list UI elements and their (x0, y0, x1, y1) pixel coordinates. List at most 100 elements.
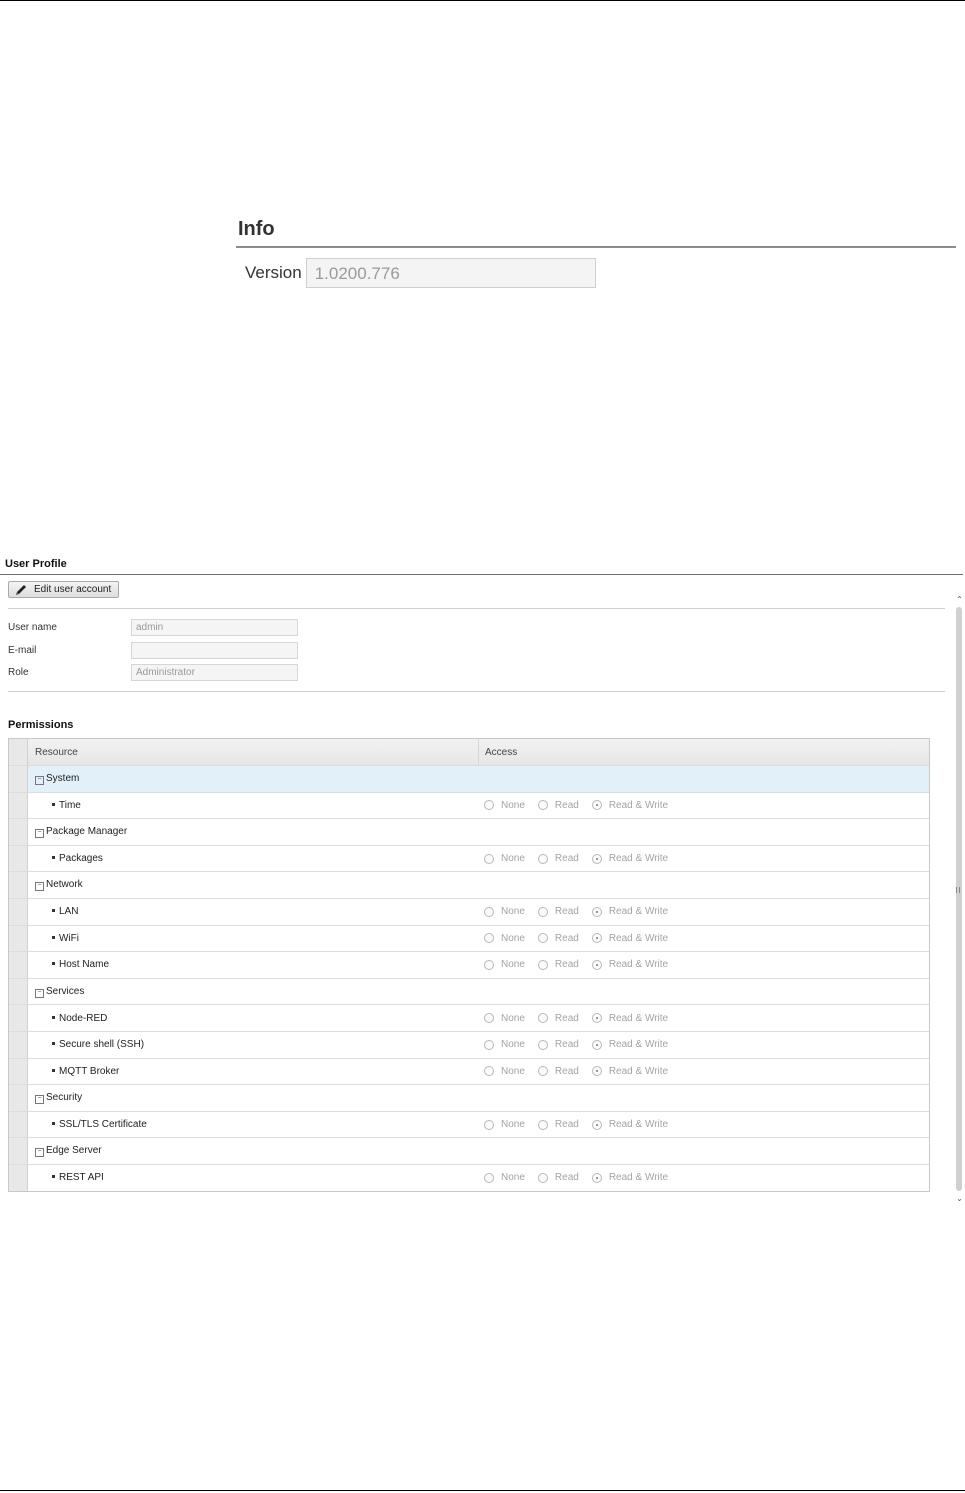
access-radio-none[interactable]: None (484, 1039, 525, 1050)
permission-group-row[interactable]: − Security (9, 1084, 929, 1111)
radio-button-icon[interactable] (484, 1172, 494, 1183)
access-radio-read-write[interactable]: Read & Write (591, 800, 668, 811)
radio-button-icon[interactable] (591, 959, 602, 970)
collapse-icon[interactable]: − (35, 988, 44, 998)
scroll-up-icon[interactable]: ⌃ (955, 595, 964, 604)
version-field: 1.0200.776 (305, 258, 596, 288)
permission-item-row[interactable]: Time None Read Read & Write (9, 791, 929, 819)
radio-button-icon[interactable] (537, 906, 548, 917)
collapse-icon[interactable]: − (35, 828, 44, 838)
access-radio-read-write[interactable]: Read & Write (591, 853, 668, 864)
access-radio-none[interactable]: None (484, 1013, 525, 1024)
radio-button-icon[interactable] (484, 906, 494, 917)
access-radio-none[interactable]: None (484, 1119, 525, 1130)
access-radio-read-write[interactable]: Read & Write (591, 1066, 668, 1077)
info-title: Info (238, 218, 275, 240)
permission-item-row[interactable]: WiFi None Read Read & Write (9, 924, 929, 952)
radio-button-icon[interactable] (591, 1066, 602, 1077)
radio-button-icon[interactable] (537, 1013, 548, 1024)
access-radio-none[interactable]: None (484, 959, 525, 970)
access-cell: None Read Read & Write (478, 846, 929, 872)
resource-label: WiFi (59, 932, 79, 944)
access-radio-read-write[interactable]: Read & Write (591, 1172, 668, 1183)
access-radio-read[interactable]: Read (537, 959, 579, 970)
resource-cell: REST API (28, 1172, 478, 1183)
access-radio-none[interactable]: None (484, 1172, 525, 1183)
access-radio-read[interactable]: Read (537, 1172, 579, 1183)
radio-button-icon[interactable] (537, 1119, 548, 1130)
vertical-scrollbar[interactable]: ⌃ ⌄ (954, 595, 964, 1203)
resource-column-header[interactable]: Resource (28, 747, 478, 758)
radio-button-icon[interactable] (484, 1013, 494, 1024)
email-field[interactable] (131, 642, 298, 659)
radio-button-icon[interactable] (484, 959, 494, 970)
permission-item-row[interactable]: Node-RED None Read Read & Write (9, 1004, 929, 1031)
permission-item-row[interactable]: REST API None Read Read & Write (9, 1163, 929, 1191)
access-radio-read-write[interactable]: Read & Write (591, 1119, 668, 1130)
permission-group-row[interactable]: − System (9, 765, 929, 792)
resource-cell: SSL/TLS Certificate (28, 1119, 478, 1130)
radio-button-icon[interactable] (537, 1039, 548, 1050)
role-field[interactable]: Administrator (131, 664, 298, 681)
access-radio-read[interactable]: Read (537, 933, 579, 944)
permission-group-row[interactable]: − Network (9, 871, 929, 898)
access-radio-none[interactable]: None (484, 800, 525, 811)
role-row: Role Administrator (8, 664, 298, 681)
radio-button-icon[interactable] (484, 933, 494, 944)
permission-group-row[interactable]: − Services (9, 977, 929, 1005)
permission-item-row[interactable]: SSL/TLS Certificate None Read Read & Write (9, 1110, 929, 1138)
radio-button-icon[interactable] (591, 1013, 602, 1024)
access-radio-none[interactable]: None (484, 853, 525, 864)
access-radio-read-write[interactable]: Read & Write (591, 1039, 668, 1050)
access-radio-read-write[interactable]: Read & Write (591, 906, 668, 917)
access-radio-read-write[interactable]: Read & Write (591, 959, 668, 970)
radio-button-icon[interactable] (537, 800, 548, 811)
access-radio-read[interactable]: Read (537, 853, 579, 864)
radio-button-icon[interactable] (537, 959, 548, 970)
permission-item-row[interactable]: Packages None Read Read & Write (9, 844, 929, 872)
access-radio-read-write[interactable]: Read & Write (591, 933, 668, 944)
form-divider-top (8, 608, 945, 609)
access-radio-read[interactable]: Read (537, 800, 579, 811)
radio-button-icon[interactable] (591, 853, 602, 864)
permission-item-row[interactable]: Host Name None Read Read & Write (9, 951, 929, 978)
radio-button-icon[interactable] (537, 853, 548, 864)
radio-button-icon[interactable] (484, 800, 494, 811)
access-radio-none[interactable]: None (484, 933, 525, 944)
radio-button-icon[interactable] (537, 1172, 548, 1183)
username-field[interactable]: admin (131, 619, 298, 636)
access-radio-read[interactable]: Read (537, 1039, 579, 1050)
permission-item-row[interactable]: LAN None Read Read & Write (9, 897, 929, 925)
permission-group-row[interactable]: − Package Manager (9, 818, 929, 845)
radio-button-icon[interactable] (591, 906, 602, 917)
access-radio-read[interactable]: Read (537, 1066, 579, 1077)
radio-button-icon[interactable] (591, 1039, 602, 1050)
radio-button-icon[interactable] (484, 1066, 494, 1077)
radio-button-icon[interactable] (537, 933, 548, 944)
radio-button-icon[interactable] (484, 1039, 494, 1050)
edit-user-account-button[interactable]: Edit user account (8, 581, 119, 598)
radio-button-icon[interactable] (484, 1119, 494, 1130)
access-radio-read[interactable]: Read (537, 1119, 579, 1130)
scroll-down-icon[interactable]: ⌄ (955, 1194, 964, 1203)
access-radio-read[interactable]: Read (537, 906, 579, 917)
radio-button-icon[interactable] (591, 933, 602, 944)
collapse-icon[interactable]: − (35, 1094, 44, 1104)
access-radio-read[interactable]: Read (537, 1013, 579, 1024)
radio-button-icon[interactable] (591, 1119, 602, 1130)
permission-item-row[interactable]: Secure shell (SSH) None Read Read & Write (9, 1030, 929, 1058)
collapse-icon[interactable]: − (35, 775, 44, 785)
radio-button-icon[interactable] (537, 1066, 548, 1077)
permission-item-row[interactable]: MQTT Broker None Read Read & Write (9, 1057, 929, 1085)
scrollbar-thumb[interactable] (956, 607, 962, 1191)
radio-button-icon[interactable] (591, 800, 602, 811)
collapse-icon[interactable]: − (35, 882, 44, 892)
access-column-header[interactable]: Access (478, 739, 929, 765)
collapse-icon[interactable]: − (35, 1148, 44, 1158)
access-radio-none[interactable]: None (484, 1066, 525, 1077)
radio-button-icon[interactable] (484, 853, 494, 864)
access-radio-read-write[interactable]: Read & Write (591, 1013, 668, 1024)
permission-group-row[interactable]: − Edge Server (9, 1137, 929, 1164)
access-radio-none[interactable]: None (484, 906, 525, 917)
radio-button-icon[interactable] (591, 1172, 602, 1183)
